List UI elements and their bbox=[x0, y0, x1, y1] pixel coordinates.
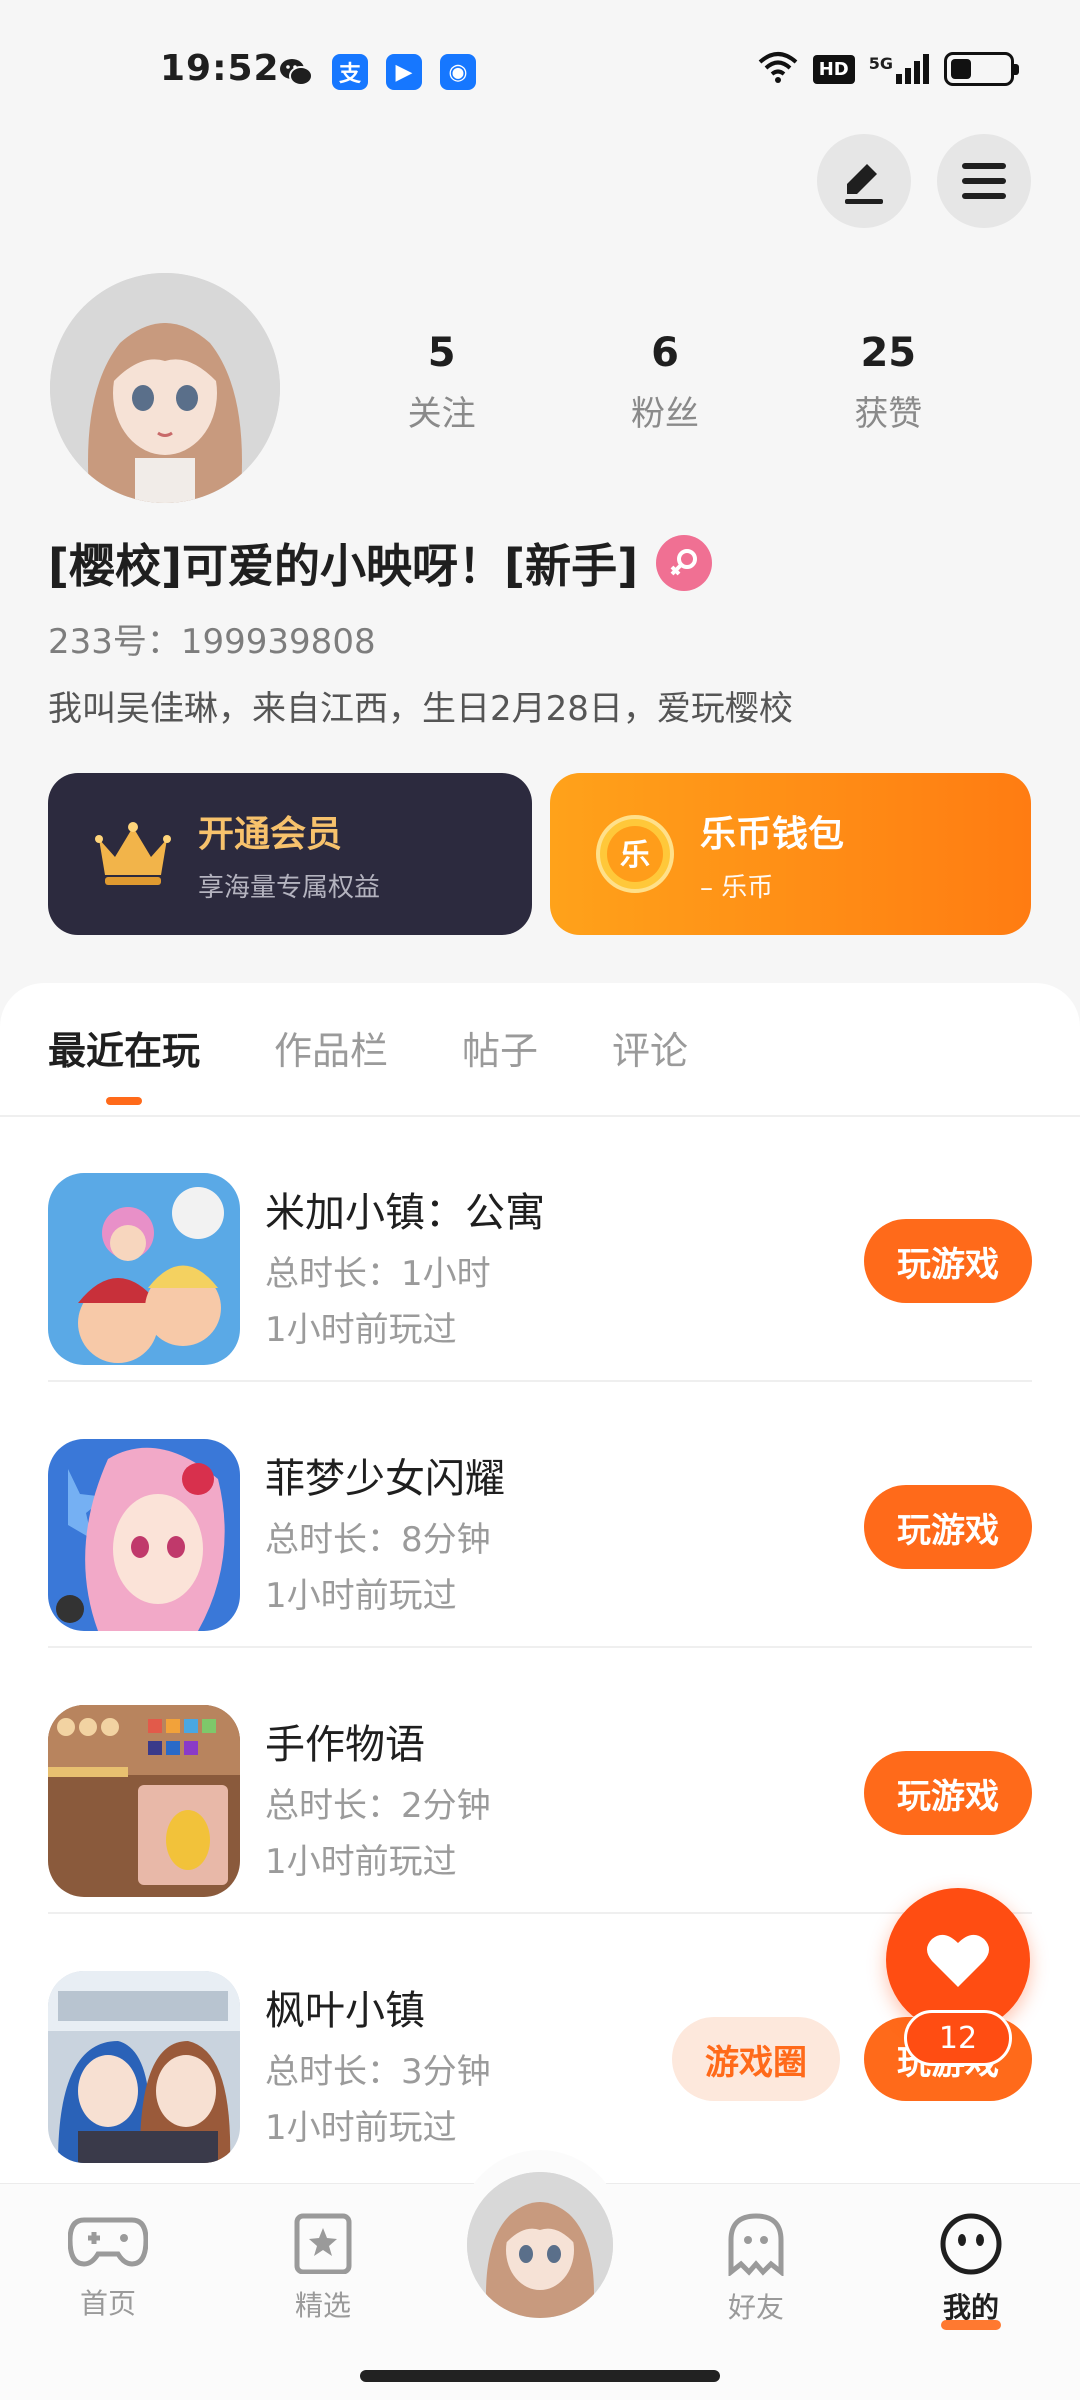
tab-active-indicator bbox=[106, 1097, 142, 1105]
bio: 我叫吴佳琳，来自江西，生日2月28日，爱玩樱校 bbox=[48, 689, 793, 729]
tab-works[interactable]: 作品栏 bbox=[274, 1020, 388, 1095]
hamburger-icon bbox=[962, 163, 1006, 199]
play-game-button[interactable]: 玩游戏 bbox=[864, 1485, 1032, 1569]
stat-following[interactable]: 5 关注 bbox=[408, 330, 476, 435]
stat-followers[interactable]: 6 粉丝 bbox=[631, 330, 699, 435]
battery-icon bbox=[944, 52, 1019, 86]
game-last-played: 1小时前玩过 bbox=[265, 1842, 457, 1882]
game-icon bbox=[48, 1173, 240, 1365]
nav-label: 首页 bbox=[79, 2287, 136, 2320]
tab-label: 作品栏 bbox=[274, 1029, 389, 1073]
game-last-played: 1小时前玩过 bbox=[265, 1310, 457, 1350]
game-duration: 总时长：2分钟 bbox=[265, 1786, 491, 1826]
alipay-icon: 支 bbox=[332, 54, 368, 90]
game-last-played: 1小时前玩过 bbox=[265, 1576, 457, 1616]
game-last-played: 1小时前玩过 bbox=[265, 2108, 457, 2148]
app-icon: ▶ bbox=[386, 54, 422, 90]
nickname-row: [樱校]可爱的小映呀！[新手] bbox=[48, 530, 713, 596]
stat-likes-count: 25 bbox=[860, 330, 917, 376]
game-name: 手作物语 bbox=[265, 1722, 425, 1768]
nav-featured[interactable]: 精选 bbox=[263, 2212, 383, 2324]
stat-followers-count: 6 bbox=[651, 330, 679, 376]
coin-icon: 乐 bbox=[590, 809, 680, 899]
game-icon bbox=[48, 1439, 240, 1631]
stat-followers-label: 粉丝 bbox=[630, 394, 699, 434]
edit-profile-button[interactable] bbox=[817, 134, 911, 228]
ghost-icon bbox=[728, 2213, 784, 2278]
profile-tabs: 最近在玩 作品栏 帖子 评论 bbox=[48, 1020, 688, 1105]
list-item[interactable]: 菲梦少女闪耀 总时长：8分钟 1小时前玩过 玩游戏 bbox=[0, 1382, 1080, 1648]
tab-posts[interactable]: 帖子 bbox=[462, 1020, 538, 1095]
profile-stats: 5 关注 6 粉丝 25 获赞 bbox=[330, 330, 1000, 435]
network-type: 5G bbox=[868, 54, 893, 73]
nav-active-indicator bbox=[941, 2320, 1001, 2330]
tab-label: 评论 bbox=[612, 1029, 689, 1073]
smiley-icon bbox=[940, 2213, 1002, 2275]
wechat-icon bbox=[278, 54, 314, 90]
vip-card[interactable]: 开通会员 享海量专属权益 bbox=[48, 773, 532, 935]
play-game-button[interactable]: 玩游戏 bbox=[864, 1751, 1032, 1835]
avatar[interactable] bbox=[50, 273, 280, 503]
game-circle-button[interactable]: 游戏圈 bbox=[672, 2017, 840, 2101]
hd-badge: HD bbox=[812, 54, 855, 84]
crown-icon bbox=[88, 809, 178, 899]
game-duration: 总时长：8分钟 bbox=[265, 1520, 491, 1560]
female-gender-icon bbox=[656, 535, 713, 591]
tab-recently-played[interactable]: 最近在玩 bbox=[48, 1020, 201, 1105]
shield-app-icon: ◉ bbox=[440, 54, 476, 90]
heart-icon bbox=[927, 1934, 989, 1987]
game-name: 米加小镇：公寓 bbox=[265, 1190, 545, 1236]
user-id: 233号：199939808 bbox=[48, 622, 376, 662]
nav-mine[interactable]: 我的 bbox=[911, 2212, 1031, 2330]
list-item[interactable]: 手作物语 总时长：2分钟 1小时前玩过 玩游戏 bbox=[0, 1648, 1080, 1914]
nickname: [樱校]可爱的小映呀！[新手] bbox=[48, 539, 639, 593]
tab-label: 帖子 bbox=[462, 1029, 539, 1073]
status-time: 19:52 bbox=[160, 48, 280, 89]
menu-button[interactable] bbox=[937, 134, 1031, 228]
coin-glyph: 乐 bbox=[620, 838, 650, 873]
game-duration: 总时长：1小时 bbox=[265, 1254, 491, 1294]
tab-label: 最近在玩 bbox=[48, 1029, 201, 1073]
signal-icon: 5G bbox=[869, 54, 930, 84]
game-name: 菲梦少女闪耀 bbox=[265, 1456, 505, 1502]
status-indicators: HD 5G bbox=[757, 50, 1019, 88]
nav-home[interactable]: 首页 bbox=[48, 2212, 168, 2322]
star-bookmark-icon bbox=[294, 2213, 352, 2275]
game-name: 枫叶小镇 bbox=[265, 1988, 425, 2034]
like-count-badge: 12 bbox=[904, 2010, 1012, 2066]
nav-label: 精选 bbox=[294, 2289, 351, 2322]
nav-label: 好友 bbox=[727, 2291, 784, 2324]
wallet-card[interactable]: 乐 乐币钱包 – 乐币 bbox=[550, 773, 1031, 935]
stat-following-label: 关注 bbox=[407, 394, 476, 434]
play-game-button[interactable]: 玩游戏 bbox=[864, 1219, 1032, 1303]
wifi-icon bbox=[757, 50, 799, 88]
tab-comments[interactable]: 评论 bbox=[612, 1020, 688, 1095]
list-item[interactable]: 米加小镇：公寓 总时长：1小时 1小时前玩过 玩游戏 bbox=[0, 1116, 1080, 1382]
home-indicator[interactable] bbox=[360, 2370, 720, 2382]
stat-following-count: 5 bbox=[427, 330, 456, 376]
game-duration: 总时长：3分钟 bbox=[265, 2052, 491, 2092]
vip-title: 开通会员 bbox=[198, 813, 343, 855]
nav-friends[interactable]: 好友 bbox=[696, 2212, 816, 2326]
wallet-title: 乐币钱包 bbox=[700, 813, 845, 855]
status-app-icons: 支 ▶ ◉ bbox=[278, 54, 476, 90]
pen-icon bbox=[845, 164, 883, 204]
stat-likes-label: 获赞 bbox=[854, 394, 923, 434]
gamepad-icon bbox=[67, 2217, 149, 2267]
stat-likes[interactable]: 25 获赞 bbox=[854, 330, 922, 435]
game-icon bbox=[48, 1705, 240, 1897]
game-icon bbox=[48, 1971, 240, 2163]
wallet-subtitle: – 乐币 bbox=[700, 872, 774, 903]
status-bar: 19:52 支 ▶ ◉ HD 5G bbox=[0, 0, 1080, 140]
vip-subtitle: 享海量专属权益 bbox=[198, 872, 381, 903]
nav-avatar-button[interactable] bbox=[467, 2172, 613, 2318]
